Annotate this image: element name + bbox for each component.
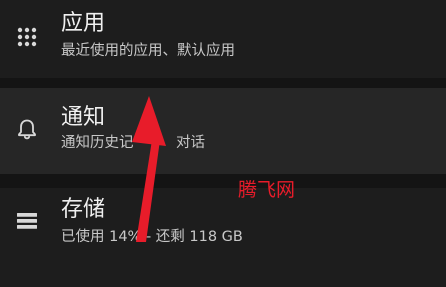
- settings-item-subtitle: 已使用 14% - 还剩 118 GB: [61, 229, 243, 245]
- divider: [0, 174, 446, 188]
- settings-item-title: 通知: [61, 105, 106, 130]
- apps-grid-icon: [14, 24, 40, 50]
- watermark-text: 腾飞网: [238, 179, 296, 201]
- divider: [0, 78, 446, 88]
- settings-item-title: 存储: [61, 197, 106, 222]
- settings-item-title: 应用: [61, 11, 106, 36]
- settings-item-subtitle-left: 通知历史记: [61, 135, 134, 151]
- bell-icon: [14, 116, 40, 142]
- settings-item-subtitle-right: 对话: [176, 135, 205, 151]
- storage-icon: [14, 208, 40, 234]
- settings-item-storage[interactable]: 存储 已使用 14% - 还剩 118 GB: [0, 188, 446, 287]
- settings-item-apps[interactable]: 应用 最近使用的应用、默认应用: [0, 0, 446, 78]
- settings-item-subtitle: 最近使用的应用、默认应用: [61, 43, 235, 59]
- settings-item-notifications[interactable]: 通知 通知历史记 对话: [0, 88, 446, 174]
- settings-screen: 应用 最近使用的应用、默认应用 通知 通知历史记 对话 存储 已使用 14% -…: [0, 0, 446, 287]
